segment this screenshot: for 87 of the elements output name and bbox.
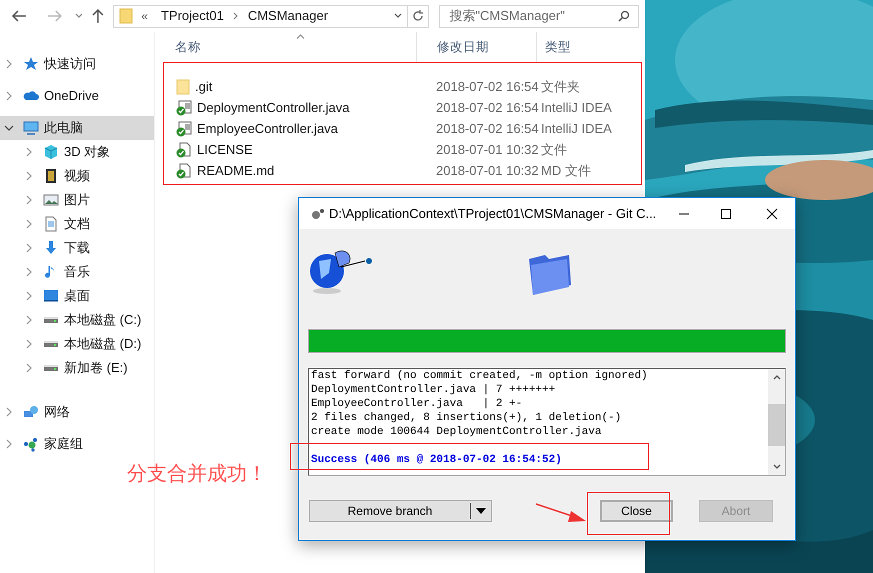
folder-icon (119, 8, 134, 24)
chevron-right-icon[interactable] (24, 195, 34, 205)
sidebar-item[interactable]: 本地磁盘 (C:) (0, 308, 154, 332)
sort-caret-icon (296, 34, 305, 39)
search-icon (618, 10, 630, 22)
drive-icon (43, 340, 59, 348)
checked-file-icon (176, 120, 192, 136)
column-header[interactable]: 修改日期 (437, 38, 489, 56)
address-bar[interactable]: « TProject01 CMSManager (113, 4, 430, 28)
chevron-right-icon[interactable] (24, 315, 34, 325)
sidebar-item[interactable]: OneDrive (0, 84, 154, 108)
log-line: create mode 100644 DeploymentController.java (311, 425, 602, 439)
chevron-right-icon[interactable] (24, 339, 34, 349)
drive-icon (43, 364, 59, 372)
back-icon[interactable] (10, 9, 28, 23)
chevron-right-icon[interactable] (24, 147, 34, 157)
forward-icon[interactable] (46, 9, 64, 23)
drive-icon (43, 316, 59, 324)
column-header[interactable]: 名称 (175, 38, 201, 56)
film-icon (43, 168, 59, 184)
overflow-chevron[interactable]: « (141, 7, 148, 25)
sidebar-item[interactable]: 新加卷 (E:) (0, 356, 154, 380)
sidebar-item[interactable]: 此电脑 (0, 116, 154, 140)
column-header[interactable]: 类型 (545, 38, 571, 56)
chevron-right-icon[interactable] (24, 363, 34, 373)
breadcrumb-item[interactable]: CMSManager (248, 6, 328, 26)
sidebar-item[interactable]: 视频 (0, 164, 154, 188)
checked-file-icon (176, 162, 192, 178)
chevron-down-icon[interactable] (74, 12, 84, 20)
sidebar-item[interactable]: 文档 (0, 212, 154, 236)
breadcrumb-item[interactable]: TProject01 (160, 6, 224, 26)
sidebar-item[interactable]: 图片 (0, 188, 154, 212)
search-field[interactable]: 搜索"CMSManager" (439, 4, 639, 28)
chevron-right-icon[interactable] (4, 91, 14, 101)
chevron-right-icon[interactable] (24, 243, 34, 253)
chevron-right-icon[interactable] (4, 59, 14, 69)
caret-icon[interactable] (476, 508, 486, 514)
chevron-down-icon[interactable] (393, 12, 404, 20)
checked-file-icon (176, 142, 192, 158)
chevron-down-icon[interactable] (4, 123, 14, 133)
arrow (535, 502, 587, 524)
sidebar-item[interactable]: 桌面 (0, 284, 154, 308)
network-icon (23, 404, 39, 420)
annotation-text: 分支合并成功！ (127, 460, 267, 487)
chevron-right-icon[interactable] (4, 407, 14, 417)
chevron-right-icon[interactable] (4, 439, 14, 449)
sidebar-item[interactable]: 快速访问 (0, 52, 154, 76)
dots-icon (23, 436, 39, 452)
sidebar-item[interactable]: 音乐 (0, 260, 154, 284)
checked-file-icon (176, 100, 192, 116)
sidebar-item[interactable]: 本地磁盘 (D:) (0, 332, 154, 356)
cube-icon (43, 144, 59, 160)
picture-icon (43, 192, 59, 208)
log-line: EmployeeController.java | 2 +- (311, 397, 522, 411)
chevron-right-icon[interactable] (24, 267, 34, 277)
sidebar-item[interactable]: 网络 (0, 400, 154, 424)
folder-icon (176, 78, 190, 94)
chevron-right-icon[interactable] (24, 171, 34, 181)
close-icon[interactable] (766, 208, 778, 220)
chevron-right-icon[interactable] (24, 291, 34, 301)
sidebar-item[interactable]: 家庭组 (0, 432, 154, 456)
chevron-right-icon[interactable] (232, 12, 240, 20)
log-line: DeploymentController.java | 7 +++++++ (311, 383, 556, 397)
chevron-right-icon[interactable] (24, 219, 34, 229)
document-icon (43, 216, 59, 232)
log-line: fast forward (no commit created, -m option ignored) (311, 369, 648, 383)
down-arrow-icon (43, 240, 59, 256)
refresh-icon[interactable] (411, 9, 426, 23)
file-row[interactable]: .git 2018-07-02 16:54 文件夹 (155, 76, 645, 97)
log-line: Success (406 ms @ 2018-07-02 16:54:52) (311, 453, 562, 467)
file-row[interactable]: DeploymentController.java 2018-07-02 16:54 IntelliJ IDEA (155, 97, 645, 118)
computer-icon (23, 120, 39, 136)
window-title: D:\ApplicationContext\TProject01\CMSManager - Git C... (329, 204, 656, 223)
file-row[interactable]: README.md 2018-07-01 10:32 MD 文件 (155, 160, 645, 181)
sidebar-item[interactable]: 下载 (0, 236, 154, 260)
star-icon (23, 56, 39, 72)
sidebar-item[interactable]: 3D 对象 (0, 140, 154, 164)
app-icon (309, 208, 325, 220)
split-button[interactable]: Remove branch (309, 500, 492, 522)
scrollbar[interactable] (768, 369, 785, 475)
maximize-icon[interactable] (720, 208, 732, 220)
up-icon[interactable] (91, 8, 106, 24)
file-row[interactable]: LICENSE 2018-07-01 10:32 文件 (155, 139, 645, 160)
file-row[interactable]: EmployeeController.java 2018-07-02 16:54 IntelliJ IDEA (155, 118, 645, 139)
desktop-icon (43, 288, 59, 304)
dialog-button[interactable]: Close (600, 500, 673, 522)
log-line: 2 files changed, 8 insertions(+), 1 deletion(-) (311, 411, 622, 425)
